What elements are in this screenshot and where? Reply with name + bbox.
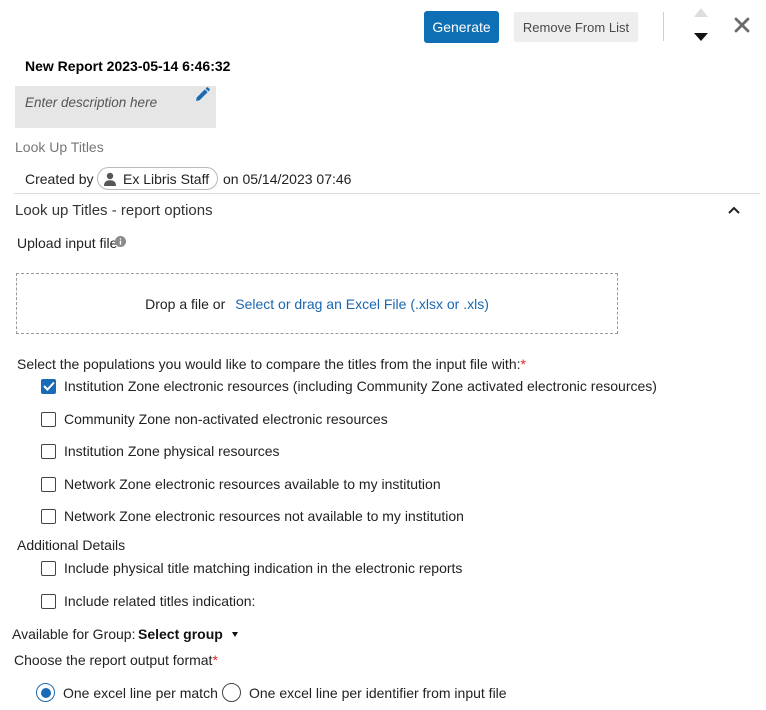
- created-on-date: on 05/14/2023 07:46: [223, 171, 352, 187]
- report-type-label: Look Up Titles: [15, 139, 104, 155]
- population-label: Network Zone electronic resources not av…: [64, 508, 464, 524]
- checkbox[interactable]: [41, 508, 56, 524]
- checkbox[interactable]: [41, 560, 56, 576]
- population-checkbox-nz-available[interactable]: Network Zone electronic resources availa…: [41, 476, 441, 492]
- population-checkbox-nz-not-available[interactable]: Network Zone electronic resources not av…: [41, 508, 464, 524]
- format-option-label: One excel line per identifier from input…: [249, 684, 507, 701]
- close-icon[interactable]: [731, 14, 753, 36]
- report-title: New Report 2023-05-14 6:46:32: [25, 58, 231, 74]
- dropzone-text: Drop a file or: [145, 295, 226, 312]
- required-mark: *: [212, 652, 218, 668]
- report-options-section-title[interactable]: Look up Titles - report options: [15, 202, 213, 219]
- generate-button[interactable]: Generate: [424, 11, 499, 43]
- physical-matching-checkbox[interactable]: Include physical title matching indicati…: [41, 560, 462, 576]
- user-chip[interactable]: Ex Libris Staff: [97, 167, 218, 190]
- user-name: Ex Libris Staff: [123, 170, 210, 187]
- chevron-up-icon[interactable]: [727, 205, 741, 215]
- related-titles-checkbox[interactable]: Include related titles indication:: [41, 593, 255, 609]
- description-placeholder: Enter description here: [25, 95, 158, 110]
- section-divider: [14, 193, 760, 194]
- format-option-label: One excel line per match: [63, 684, 218, 701]
- population-label: Institution Zone physical resources: [64, 443, 280, 459]
- additional-option-label: Include related titles indication:: [64, 593, 256, 609]
- population-checkbox-cz-non-activated[interactable]: Community Zone non-activated electronic …: [41, 411, 388, 427]
- file-dropzone[interactable]: Drop a file or Select or drag an Excel F…: [16, 273, 618, 334]
- user-avatar-icon: [104, 172, 116, 186]
- toolbar-divider: [663, 12, 664, 41]
- population-label: Network Zone electronic resources availa…: [64, 476, 441, 492]
- move-up-arrow-icon[interactable]: [694, 8, 708, 17]
- format-radio-per-identifier[interactable]: One excel line per identifier from input…: [222, 683, 507, 702]
- format-radio-per-match[interactable]: One excel line per match: [36, 683, 218, 702]
- populations-label: Select the populations you would like to…: [17, 356, 526, 372]
- radio[interactable]: [222, 683, 241, 702]
- required-mark: *: [520, 356, 526, 372]
- available-for-group-label: Available for Group:: [12, 626, 136, 642]
- checkbox[interactable]: [41, 593, 56, 609]
- checkbox[interactable]: [41, 411, 56, 427]
- population-label: Community Zone non-activated electronic …: [64, 411, 388, 427]
- population-checkbox-iz-electronic[interactable]: Institution Zone electronic resources (i…: [41, 378, 657, 394]
- output-format-label: Choose the report output format*: [14, 652, 218, 668]
- move-down-arrow-icon[interactable]: [694, 33, 708, 41]
- additional-details-label: Additional Details: [17, 537, 126, 553]
- radio-selected[interactable]: [36, 683, 55, 702]
- checkbox[interactable]: [41, 476, 56, 492]
- checkbox-checked[interactable]: [41, 378, 56, 394]
- upload-input-file-label: Upload input file: [17, 235, 118, 251]
- caret-down-icon: [231, 631, 238, 637]
- edit-pencil-icon[interactable]: [193, 86, 211, 104]
- group-select[interactable]: Select group: [138, 626, 238, 642]
- created-by-label: Created by: [25, 171, 94, 187]
- population-checkbox-iz-physical[interactable]: Institution Zone physical resources: [41, 443, 280, 459]
- checkmark-icon: [42, 381, 55, 391]
- population-label: Institution Zone electronic resources (i…: [64, 378, 657, 394]
- select-file-link[interactable]: Select or drag an Excel File (.xlsx or .…: [235, 296, 489, 312]
- remove-from-list-button[interactable]: Remove From List: [514, 12, 638, 42]
- checkbox[interactable]: [41, 443, 56, 459]
- group-select-value: Select group: [138, 626, 223, 642]
- info-icon[interactable]: [115, 236, 126, 247]
- additional-option-label: Include physical title matching indicati…: [64, 560, 463, 576]
